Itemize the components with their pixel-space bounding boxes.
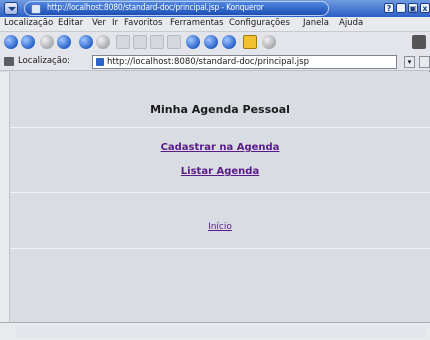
link-listar-agenda[interactable]: Listar Agenda (10, 166, 430, 177)
menu-ver[interactable]: Ver (92, 18, 106, 28)
menu-ferramentas[interactable]: Ferramentas (170, 18, 224, 28)
zoom-out-icon[interactable] (222, 35, 236, 49)
menu-janela[interactable]: Janela (303, 18, 329, 28)
maximize-button[interactable]: ▣ (408, 3, 418, 13)
back-icon[interactable] (4, 35, 18, 49)
security-lock-icon[interactable] (243, 35, 257, 49)
location-label: Localização: (18, 56, 71, 66)
konqueror-icon (31, 4, 41, 14)
window-menu-button[interactable] (4, 2, 18, 15)
title-bar: http://localhost:8080/standard-doc/princ… (0, 0, 430, 17)
menu-ir[interactable]: Ir (112, 18, 118, 28)
menu-ajuda[interactable]: Ajuda (339, 18, 363, 28)
menu-localizacao[interactable]: Localização (4, 18, 53, 28)
link-inicio[interactable]: Início (10, 222, 430, 232)
throbber-icon (412, 35, 426, 49)
settings-icon[interactable] (262, 35, 276, 49)
menu-favoritos[interactable]: Favoritos (124, 18, 162, 28)
page-content: Minha Agenda Pessoal Cadastrar na Agenda… (10, 72, 430, 322)
location-bar: Localização: http://localhost:8080/stand… (0, 53, 430, 71)
status-bar (0, 322, 430, 340)
url-text: http://localhost:8080/standard-doc/princ… (107, 57, 309, 67)
home-icon[interactable] (57, 35, 71, 49)
link-cadastrar-agenda[interactable]: Cadastrar na Agenda (10, 142, 430, 153)
go-button[interactable] (419, 56, 430, 68)
help-button[interactable]: ? (384, 3, 394, 13)
url-history-dropdown[interactable]: ▾ (404, 56, 415, 68)
url-input[interactable]: http://localhost:8080/standard-doc/princ… (92, 55, 397, 69)
toolbar (0, 32, 430, 53)
menu-bar: Localização Editar Ver Ir Favoritos Ferr… (0, 17, 430, 32)
copy-icon[interactable] (133, 35, 147, 49)
forward-icon[interactable] (21, 35, 35, 49)
paste-icon[interactable] (150, 35, 164, 49)
menu-configuracoes[interactable]: Configurações (229, 18, 290, 28)
cut-icon[interactable] (116, 35, 130, 49)
status-text (16, 326, 426, 338)
menu-editar[interactable]: Editar (58, 18, 83, 28)
sidebar-frame (0, 72, 10, 322)
stop-icon[interactable] (96, 35, 110, 49)
window-title: http://localhost:8080/standard-doc/princ… (47, 3, 264, 13)
close-button[interactable]: x (420, 3, 430, 13)
print-icon[interactable] (167, 35, 181, 49)
browser-window: http://localhost:8080/standard-doc/princ… (0, 0, 430, 340)
divider-middle (10, 192, 430, 193)
zoom-in-icon[interactable] (204, 35, 218, 49)
divider-bottom (10, 248, 430, 249)
title-pill: http://localhost:8080/standard-doc/princ… (24, 1, 329, 16)
find-icon[interactable] (186, 35, 200, 49)
divider-top (10, 127, 430, 128)
location-icon (4, 57, 14, 66)
minimize-button[interactable]: _ (396, 3, 406, 13)
up-icon[interactable] (40, 35, 54, 49)
page-title: Minha Agenda Pessoal (150, 103, 290, 116)
reload-icon[interactable] (79, 35, 93, 49)
page-favicon-icon (96, 58, 104, 66)
